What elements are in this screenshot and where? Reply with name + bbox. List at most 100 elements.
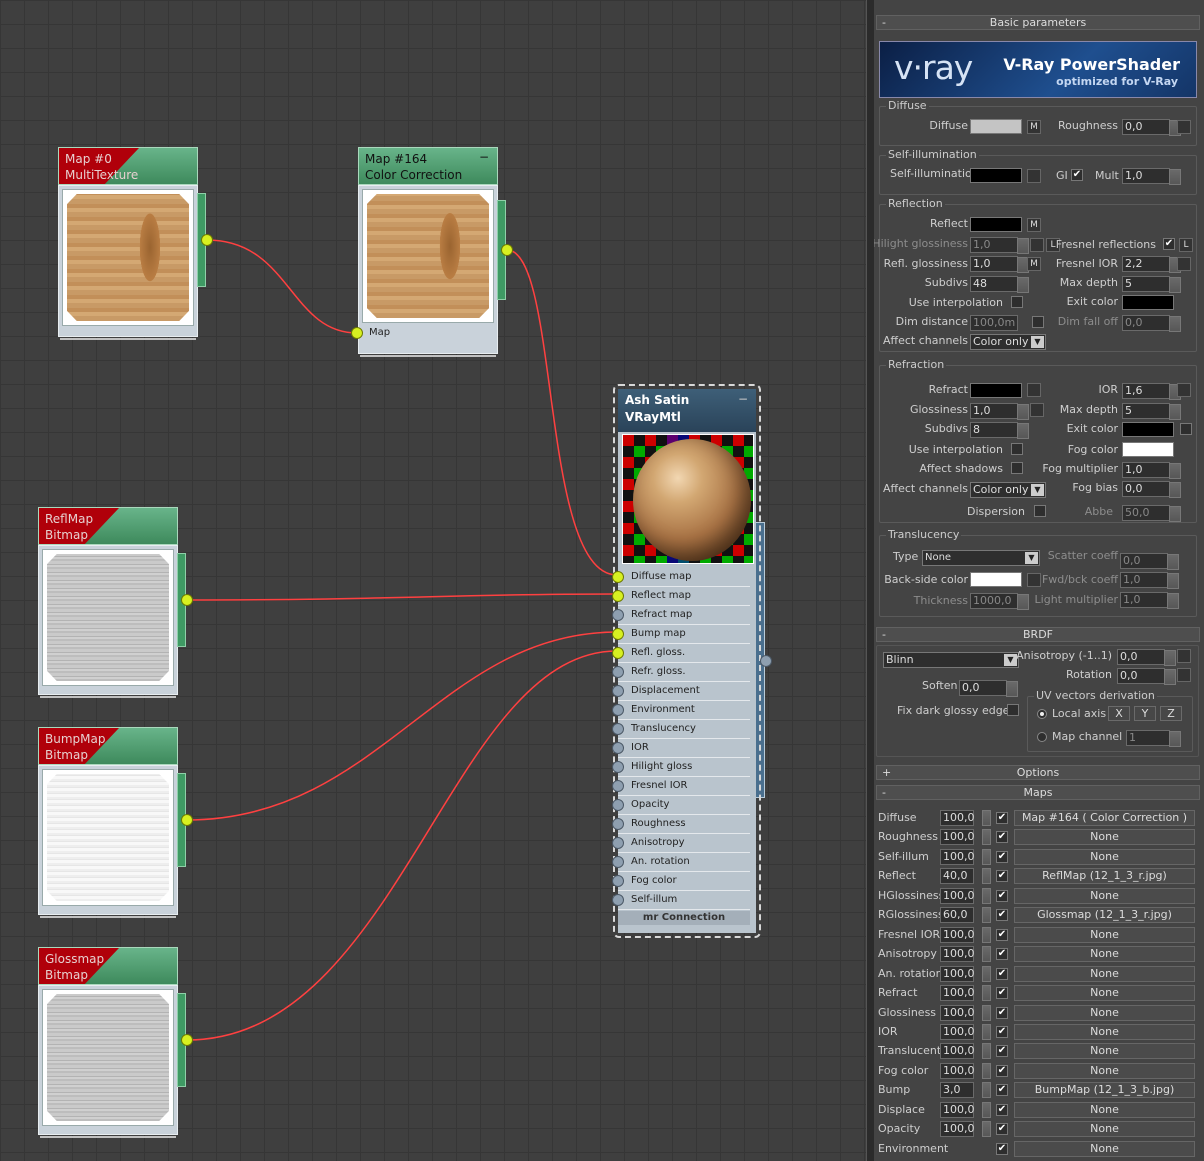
max-depth-spinner[interactable]: 5	[1122, 276, 1181, 293]
output-socket[interactable]	[201, 234, 213, 246]
minimize-button[interactable]: −	[479, 149, 489, 165]
map-slot-button[interactable]: BumpMap (12_1_3_b.jpg)	[1014, 1082, 1195, 1099]
map-amount-spinner[interactable]: 100,0	[940, 1004, 975, 1021]
map-amount-spinner[interactable]: 100,0	[940, 1101, 975, 1118]
material-slot[interactable]: Diffuse map	[612, 568, 750, 587]
slot-socket[interactable]	[612, 780, 624, 792]
spinner-arrows[interactable]	[982, 1004, 991, 1021]
node-colorcorrection[interactable]: Map #164 Color Correction − Map	[358, 147, 498, 357]
map-channel-spinner[interactable]: 1	[1126, 730, 1181, 747]
map-enable-checkbox[interactable]: ✔	[996, 1123, 1008, 1136]
spinner-arrows[interactable]	[982, 1101, 991, 1118]
rollout-options[interactable]: + Options	[876, 765, 1200, 780]
slot-socket[interactable]	[612, 894, 624, 906]
map-slot-button[interactable]: None	[1014, 965, 1195, 982]
fog-bias-spinner[interactable]: 0,0	[1122, 481, 1181, 498]
spinner-arrows[interactable]	[982, 965, 991, 982]
map-slot-button[interactable]: None	[1014, 848, 1195, 865]
map-slot-button[interactable]: None	[1014, 1121, 1195, 1138]
slot-socket[interactable]	[612, 799, 624, 811]
node-header[interactable]: Map #0 MultiTexture	[58, 147, 198, 185]
refl-glossiness-spinner[interactable]: 1,0	[970, 256, 1029, 273]
slot-socket[interactable]	[612, 571, 624, 583]
map-amount-spinner[interactable]: 100,0	[940, 985, 975, 1002]
slot-socket[interactable]	[612, 742, 624, 754]
material-slot[interactable]: An. rotation	[612, 853, 750, 872]
material-slot[interactable]: Refr. gloss.	[612, 663, 750, 682]
affect-channels-dropdown[interactable]: Color only	[970, 334, 1046, 350]
back-side-color-swatch[interactable]	[970, 572, 1022, 587]
fix-dark-glossy-edges-checkbox[interactable]	[1007, 704, 1019, 716]
node-header[interactable]: Ash Satin VRayMtl −	[618, 389, 756, 432]
map-enable-checkbox[interactable]: ✔	[996, 1064, 1008, 1077]
map-enable-checkbox[interactable]: ✔	[996, 967, 1008, 980]
map-slot-button[interactable]: None	[1014, 829, 1195, 846]
hilight-glossiness-map-button[interactable]	[1030, 238, 1044, 252]
slot-socket[interactable]	[612, 609, 624, 621]
brdf-type-dropdown[interactable]: Blinn	[883, 652, 1019, 668]
slot-socket[interactable]	[612, 818, 624, 830]
map-amount-spinner[interactable]: 40,0	[940, 868, 974, 885]
material-slot[interactable]: Environment	[612, 701, 750, 720]
spinner-arrows[interactable]	[982, 1043, 991, 1060]
node-header[interactable]: Map #164 Color Correction −	[358, 147, 498, 185]
material-slot[interactable]: Fresnel IOR	[612, 777, 750, 796]
output-socket[interactable]	[181, 594, 193, 606]
fwd-bck-coeff-spinner[interactable]: 1,0	[1120, 572, 1179, 589]
exit-color-swatch[interactable]	[1122, 422, 1174, 437]
rollout-maps[interactable]: - Maps	[876, 785, 1200, 800]
light-multiplier-spinner[interactable]: 1,0	[1120, 592, 1179, 609]
output-socket[interactable]	[181, 814, 193, 826]
spinner-arrows[interactable]	[982, 887, 991, 904]
max-depth-spinner[interactable]: 5	[1122, 403, 1181, 420]
slot-socket[interactable]	[612, 666, 624, 678]
map-amount-spinner[interactable]: 100,0	[940, 1062, 975, 1079]
map-amount-spinner[interactable]: 100,0	[940, 810, 975, 826]
local-axis-radio[interactable]	[1037, 709, 1047, 719]
subdivs-spinner[interactable]: 48	[970, 276, 1029, 293]
map-slot-button[interactable]: None	[1014, 985, 1195, 1002]
map-enable-checkbox[interactable]: ✔	[996, 850, 1008, 863]
material-slot[interactable]: Self-illum	[612, 891, 750, 910]
anisotropy-spinner[interactable]: 0,0	[1117, 649, 1176, 666]
input-socket-map[interactable]	[351, 327, 363, 339]
fresnel-ior-map-button[interactable]	[1177, 257, 1191, 271]
map-enable-checkbox[interactable]: ✔	[996, 1006, 1008, 1019]
map-slot-button[interactable]: Map #164 ( Color Correction )	[1014, 810, 1195, 826]
slot-socket[interactable]	[612, 628, 624, 640]
map-enable-checkbox[interactable]: ✔	[996, 831, 1008, 844]
output-socket[interactable]	[501, 244, 513, 256]
material-slot[interactable]: Opacity	[612, 796, 750, 815]
material-slot[interactable]: Displacement	[612, 682, 750, 701]
refract-color-swatch[interactable]	[970, 383, 1022, 398]
subdivs-spinner[interactable]: 8	[970, 422, 1029, 439]
map-amount-spinner[interactable]: 100,0	[940, 1121, 975, 1138]
spinner-arrows[interactable]	[982, 1121, 991, 1138]
material-output-socket[interactable]	[760, 655, 772, 667]
slot-socket[interactable]	[612, 647, 624, 659]
affect-shadows-checkbox[interactable]	[1011, 462, 1023, 474]
spinner-arrows[interactable]	[982, 868, 991, 885]
node-glossmap[interactable]: Glossmap Bitmap	[38, 947, 178, 1138]
fresnel-lock-button[interactable]: L	[1179, 238, 1193, 252]
map-enable-checkbox[interactable]: ✔	[996, 928, 1008, 941]
diffuse-color-swatch[interactable]	[970, 119, 1022, 134]
reflect-map-button[interactable]: M	[1027, 218, 1041, 232]
minimize-button[interactable]: −	[738, 391, 748, 408]
map-slot-button[interactable]: None	[1014, 946, 1195, 963]
rotation-map-button[interactable]	[1177, 668, 1191, 682]
diffuse-map-button[interactable]: M	[1027, 120, 1041, 134]
dim-distance-checkbox[interactable]	[1032, 316, 1044, 328]
material-slot[interactable]: Translucency	[612, 720, 750, 739]
map-channel-radio[interactable]	[1037, 732, 1047, 742]
spinner-arrows[interactable]	[982, 907, 991, 924]
map-amount-spinner[interactable]: 100,0	[940, 926, 975, 943]
material-slot[interactable]: IOR	[612, 739, 750, 758]
map-slot-button[interactable]: None	[1014, 887, 1195, 904]
slot-socket[interactable]	[612, 856, 624, 868]
node-vraymtl[interactable]: Ash Satin VRayMtl − Diffuse map Reflect m…	[612, 384, 761, 938]
spinner-arrows[interactable]	[982, 1023, 991, 1040]
map-enable-checkbox[interactable]: ✔	[996, 812, 1008, 824]
output-socket[interactable]	[181, 1034, 193, 1046]
fresnel-reflections-checkbox[interactable]: ✔	[1163, 238, 1175, 250]
